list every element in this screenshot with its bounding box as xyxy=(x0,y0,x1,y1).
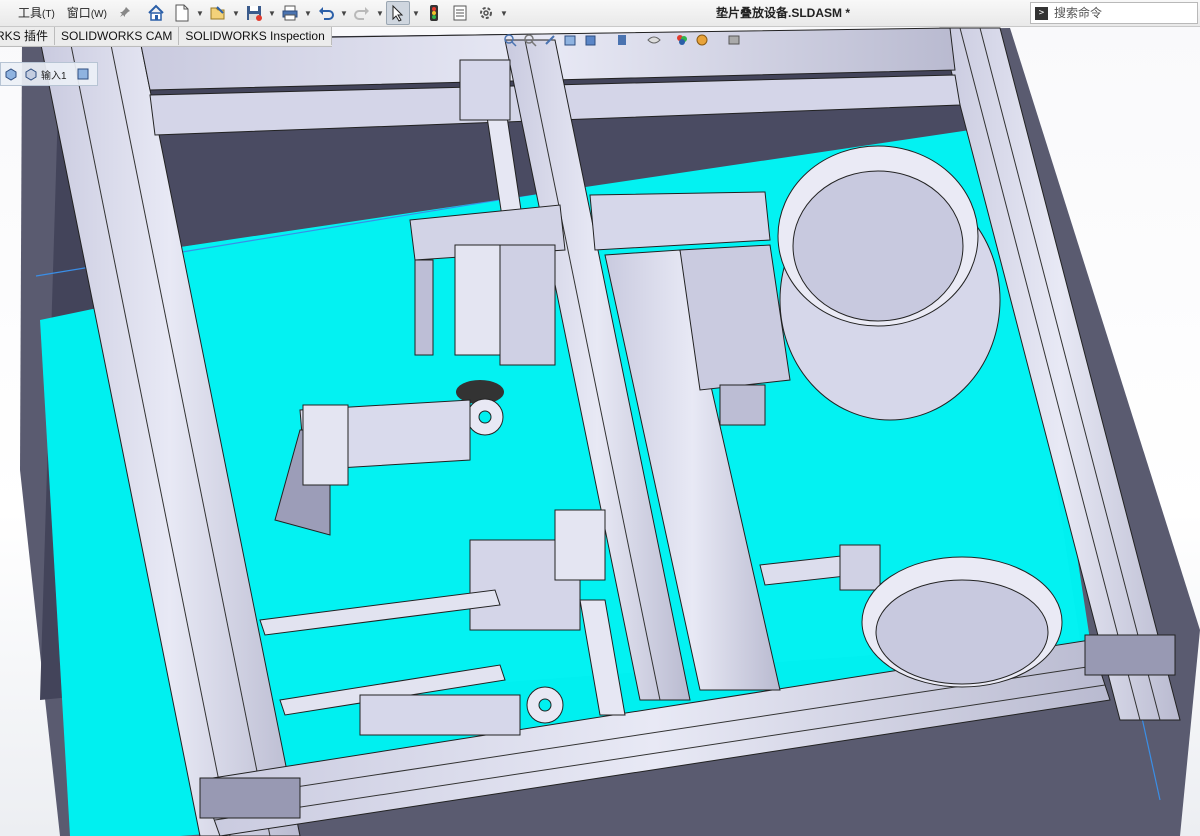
pin-menu-icon[interactable] xyxy=(115,6,135,21)
print-dropdown-chevron-icon[interactable]: ▼ xyxy=(303,9,313,18)
side-cylinder-mount xyxy=(839,544,881,591)
assembly-model[interactable] xyxy=(0,27,1200,836)
standard-toolbar: ▼ ▼ ▼ ▼ ▼ ▼ ▼ ▼ xyxy=(143,1,509,25)
select-pointer-icon[interactable] xyxy=(385,1,410,25)
command-prompt-icon: > xyxy=(1035,6,1048,20)
section-view-icon[interactable] xyxy=(562,33,578,47)
part-icon[interactable] xyxy=(24,67,38,81)
select-dropdown-chevron-icon[interactable]: ▼ xyxy=(411,9,421,18)
top-toolbar: 工具(T) 窗口(W) ▼ ▼ ▼ ▼ ▼ ▼ ▼ ▼ 垫片叠放设备.SLDAS… xyxy=(0,0,1200,27)
tab-solidworks-inspection[interactable]: SOLIDWORKS Inspection xyxy=(179,27,332,45)
document-title: 垫片叠放设备.SLDASM * xyxy=(716,6,851,20)
linear-module-motor xyxy=(679,244,791,391)
pusher-block xyxy=(302,404,349,486)
hide-show-items-icon[interactable] xyxy=(646,33,662,47)
lower-washer-hole xyxy=(538,698,552,712)
breadcrumb-label[interactable]: 输入1 xyxy=(41,67,67,82)
menu-tools-label: 工具 xyxy=(18,6,43,20)
zoom-area-icon[interactable] xyxy=(522,33,538,47)
menu-window[interactable]: 窗口(W) xyxy=(61,0,113,26)
corner-bracket-left xyxy=(199,777,301,819)
menu-bar: 工具(T) 窗口(W) xyxy=(12,0,135,26)
gripper-slide xyxy=(499,244,556,366)
command-manager-tabs: RKS 插件 SOLIDWORKS CAM SOLIDWORKS Inspect… xyxy=(0,27,332,47)
open-folder-icon[interactable] xyxy=(206,1,230,25)
rod-support-block xyxy=(459,59,511,121)
graphics-area[interactable] xyxy=(0,27,1200,836)
options-dropdown-chevron-icon[interactable]: ▼ xyxy=(499,9,509,18)
undo-icon[interactable] xyxy=(314,1,338,25)
open-dropdown-chevron-icon[interactable]: ▼ xyxy=(231,9,241,18)
new-dropdown-chevron-icon[interactable]: ▼ xyxy=(195,9,205,18)
command-search[interactable]: > xyxy=(1030,2,1198,24)
breadcrumb: 输入1 xyxy=(0,62,98,86)
zoom-to-fit-icon[interactable] xyxy=(502,33,518,47)
search-input[interactable] xyxy=(1054,6,1184,20)
heads-up-view-toolbar xyxy=(500,33,744,47)
save-icon[interactable] xyxy=(242,1,266,25)
tab-rks-plugin[interactable]: RKS 插件 xyxy=(0,27,56,45)
file-properties-icon[interactable] xyxy=(448,1,472,25)
menu-window-label: 窗口 xyxy=(66,6,91,20)
gripper-leg xyxy=(414,259,434,356)
lower-pusher xyxy=(359,694,521,736)
lower-gripper-top xyxy=(554,509,606,581)
new-document-icon[interactable] xyxy=(170,1,194,25)
washer-hole xyxy=(478,410,492,424)
feed-bowl-upper-inner xyxy=(792,170,964,322)
traffic-light-icon[interactable] xyxy=(422,1,446,25)
corner-bracket-right xyxy=(1084,634,1176,676)
motor-housing xyxy=(719,384,766,426)
view-orientation-icon[interactable] xyxy=(582,33,598,47)
menu-tools-accel: (T) xyxy=(42,9,55,20)
print-icon[interactable] xyxy=(278,1,302,25)
view-settings-icon[interactable] xyxy=(726,33,742,47)
assembly-icon[interactable] xyxy=(4,67,18,81)
save-dropdown-chevron-icon[interactable]: ▼ xyxy=(267,9,277,18)
previous-view-icon[interactable] xyxy=(542,33,558,47)
home-icon[interactable] xyxy=(144,1,168,25)
feed-bowl-lower-inner xyxy=(875,579,1049,685)
linear-module-head xyxy=(589,191,771,251)
edit-appearance-icon[interactable] xyxy=(674,33,690,47)
body-icon[interactable] xyxy=(76,67,90,81)
display-style-icon[interactable] xyxy=(614,33,630,47)
apply-scene-icon[interactable] xyxy=(694,33,710,47)
menu-window-accel: (W) xyxy=(90,9,107,20)
undo-dropdown-chevron-icon[interactable]: ▼ xyxy=(339,9,349,18)
tab-solidworks-cam[interactable]: SOLIDWORKS CAM xyxy=(55,27,180,45)
options-gear-icon[interactable] xyxy=(474,1,498,25)
menu-tools[interactable]: 工具(T) xyxy=(12,0,61,26)
redo-dropdown-chevron-icon[interactable]: ▼ xyxy=(375,9,385,18)
redo-icon[interactable] xyxy=(350,1,374,25)
